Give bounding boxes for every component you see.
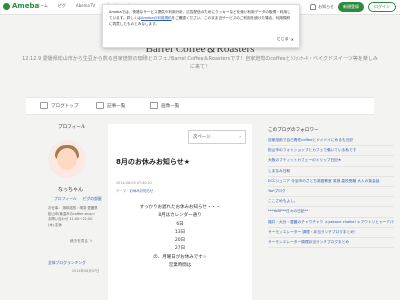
notice-label: お知らせ [318, 4, 334, 9]
terms-link[interactable]: Amebaの利用規約 [141, 16, 172, 20]
pig-room-link[interactable]: ピグの部屋 [83, 196, 102, 202]
post-body-line: 13日 [174, 229, 186, 235]
avatar-face [57, 148, 77, 170]
theme-link[interactable]: お休みお知らせ [130, 189, 154, 193]
nav-item-abematv[interactable]: AbemaTV [76, 3, 95, 9]
next-page-button[interactable]: 次ページ › [188, 130, 246, 144]
close-label: とじる [276, 36, 289, 41]
follower-blog-link[interactable]: Yoriブログ [268, 187, 394, 198]
ranking-date: 2014年08月07日 [72, 269, 100, 273]
read-more-link[interactable]: 続きを見る ＞ [70, 239, 93, 244]
ameba-logo[interactable]: Ameba [3, 2, 39, 10]
home-icon [40, 102, 48, 109]
list-icon [96, 102, 104, 109]
chevron-right-icon: › [239, 134, 241, 140]
menu-article-list-label: 記事一覧 [107, 103, 126, 109]
post-body-line: の、月曜日がお休みです☆ [153, 254, 207, 260]
follower-blog-link[interactable]: しまなみ日和 [268, 167, 394, 177]
menu-blog-top[interactable]: ブログトップ [40, 102, 79, 109]
post-body-line: 営業時間は [168, 263, 192, 269]
bell-icon [310, 4, 317, 10]
theme-label: テーマ： [116, 189, 130, 193]
post-title[interactable]: 8月のお休みお知らせ★ [116, 157, 190, 167]
post-body-line: 8月はカレンダー通り [158, 213, 202, 219]
avatar[interactable] [48, 140, 86, 178]
top-right-actions: お知らせ 新規登録 ログイン [310, 2, 396, 12]
popup-close-button[interactable]: とじる ✕ [277, 36, 294, 42]
blog-description: 12.12.9 愛媛県松山市から生豆から煎る自家焙煎の珈琲とカフェ♪Barrel… [22, 56, 378, 70]
signup-button[interactable]: 新規登録 [338, 2, 364, 12]
post-date: 2014-08-03 07:40:21 [116, 181, 153, 185]
next-page-label: 次ページ [193, 135, 211, 140]
follower-blog-link[interactable]: 福井・大分・愛媛のチャウチャウ ＊yakane chaikel ＊アウトリヒャー… [268, 218, 394, 228]
close-icon: ✕ [290, 36, 294, 42]
post-body: すっかりお遅れたお休みお知らせ・・・ 8月はカレンダー通り 6日 13日 20日… [112, 204, 248, 270]
follower-blog-link[interactable]: 松山市のフォトショップとカフェで働いている私です [268, 146, 394, 157]
follower-blog-link[interactable]: ***YoRP**日々の日記** [268, 207, 394, 218]
followers-section-title: このブログのフォロワー [268, 128, 319, 133]
blog-menu-bar: ブログトップ 記事一覧 画像一覧 [26, 97, 374, 115]
post-body-line: 27日 [174, 246, 186, 252]
follower-blog-link[interactable]: ここさめもよし。 [268, 197, 394, 208]
menu-blog-top-label: ブログトップ [51, 103, 79, 109]
post-theme: テーマ：お休みお知らせ [116, 188, 153, 193]
profile-section-title: プロフィール [58, 125, 86, 130]
ameba-logo-icon [3, 2, 10, 10]
post-body-line: 20日 [174, 238, 186, 244]
nav-item-home[interactable]: ホーム [36, 3, 48, 9]
profile-links: プロフィール ピグの部屋 [54, 196, 102, 202]
nav-item-pig[interactable]: ピグ [58, 3, 66, 9]
notice-link[interactable]: お知らせ [310, 4, 334, 10]
menu-image-list[interactable]: 画像一覧 [150, 102, 179, 109]
left-sidebar: プロフィール [58, 124, 100, 130]
follower-blog-link[interactable]: 大阪のプティットカフェーのドリップ日記★ [268, 156, 394, 167]
ranking-link[interactable]: 全体ブログランキング [48, 260, 86, 266]
follower-blog-link[interactable]: ECCジュニア 今治市のさとち英語教室 英検 高校受験 大人の英会話 [268, 177, 394, 187]
profile-link[interactable]: プロフィール [54, 196, 77, 202]
cookie-consent-text: Amebaでは、快適なサービス提供や利用分析、広告配信のためにクッキーなどを使い… [109, 9, 293, 27]
login-button[interactable]: ログイン [368, 2, 396, 12]
profile-description: お仕事： 珈琲焙煎・喫茶 愛媛県松山市/東温市のcoffee shop☆ お問い… [48, 206, 98, 227]
menu-article-list[interactable]: 記事一覧 [96, 102, 125, 109]
follower-blog-link[interactable]: 自家焙煎で自己責任coffeeとドイドイにめるも日記 [268, 136, 394, 147]
menu-image-list-label: 画像一覧 [161, 103, 180, 109]
username[interactable]: なっちゃん [58, 186, 83, 193]
follower-blog-link[interactable]: サーモンエレーター調理弁当ランチブログまとめ [268, 238, 394, 249]
cookie-consent-popup: Amebaでは、快適なサービス提供や利用分析、広告配信のためにクッキーなどを使い… [102, 4, 300, 48]
post-body-line: すっかりお遅れたお休みお知らせ・・・ [139, 205, 221, 210]
post-body-line: 6日 [176, 221, 184, 227]
follower-blog-link[interactable]: サーモンエレーター 調理・弁当ランチブログまとめ！ [268, 228, 394, 238]
right-sidebar: このブログのフォロワー 自家焙煎で自己責任coffeeとドイドイにめるも日記 松… [268, 127, 394, 249]
image-icon [150, 102, 158, 109]
